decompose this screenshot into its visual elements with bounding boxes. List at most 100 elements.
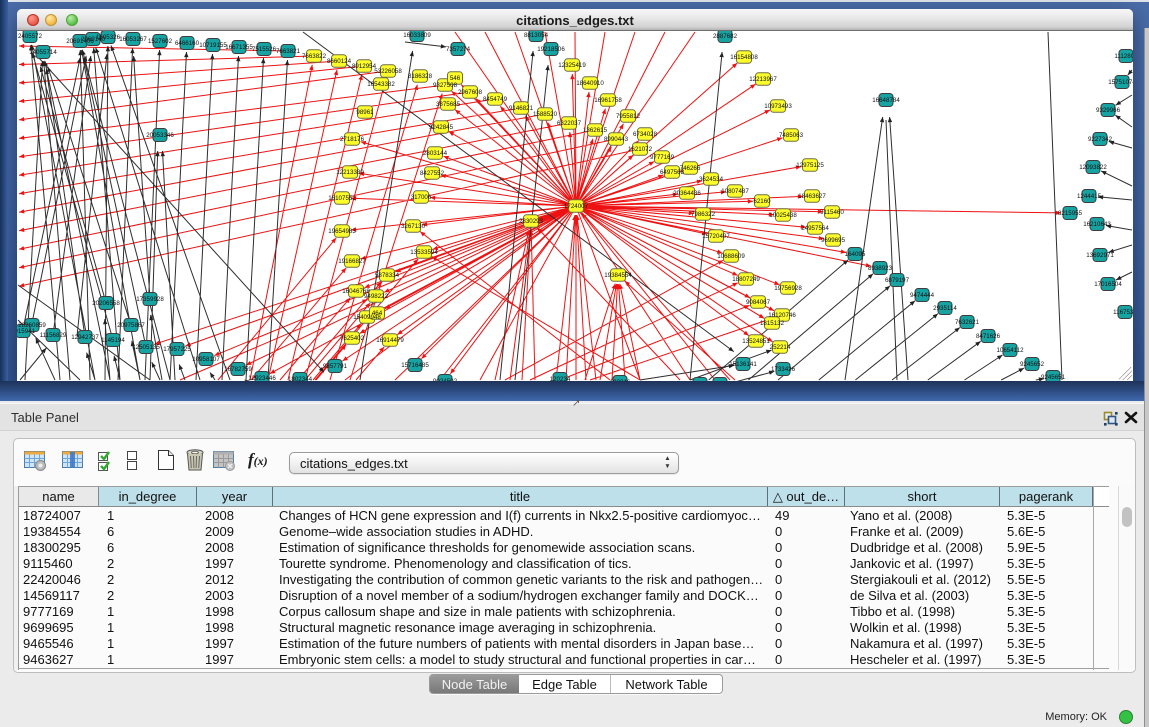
svg-text:8938923: 8938923 bbox=[868, 265, 893, 272]
svg-text:9245652: 9245652 bbox=[1020, 361, 1045, 368]
svg-text:317006: 317006 bbox=[411, 194, 432, 201]
svg-text:6497568: 6497568 bbox=[660, 169, 685, 176]
svg-text:12505135: 12505135 bbox=[132, 344, 160, 351]
svg-text:7663821: 7663821 bbox=[276, 48, 301, 55]
svg-text:16154808: 16154808 bbox=[730, 54, 758, 61]
svg-text:9245651: 9245651 bbox=[1041, 374, 1066, 381]
svg-text:3267130: 3267130 bbox=[401, 223, 426, 230]
svg-text:9329966: 9329966 bbox=[1096, 107, 1121, 114]
svg-text:1724007: 1724007 bbox=[564, 203, 589, 210]
svg-text:19166827: 19166827 bbox=[338, 258, 366, 265]
svg-text:8215955: 8215955 bbox=[1058, 210, 1083, 217]
svg-text:19384554: 19384554 bbox=[604, 272, 632, 279]
svg-text:3624534: 3624534 bbox=[699, 176, 724, 183]
svg-text:252214: 252214 bbox=[770, 344, 791, 351]
svg-text:10688609: 10688609 bbox=[717, 253, 745, 260]
svg-text:7357274: 7357274 bbox=[446, 46, 471, 53]
svg-text:6322037: 6322037 bbox=[557, 120, 582, 127]
svg-text:17359928: 17359928 bbox=[136, 296, 164, 303]
svg-text:12942737: 12942737 bbox=[71, 334, 99, 341]
svg-text:8990443: 8990443 bbox=[604, 136, 629, 143]
svg-text:9699695: 9699695 bbox=[821, 237, 846, 244]
svg-text:8471626: 8471626 bbox=[976, 333, 1001, 340]
svg-text:464: 464 bbox=[372, 310, 383, 317]
svg-text:62160: 62160 bbox=[753, 198, 771, 205]
svg-text:19756928: 19756928 bbox=[774, 285, 802, 292]
svg-text:13533594: 13533594 bbox=[410, 249, 438, 256]
svg-text:15716485: 15716485 bbox=[401, 362, 429, 369]
svg-text:20206558: 20206558 bbox=[92, 300, 120, 307]
svg-text:3915941: 3915941 bbox=[17, 328, 36, 335]
svg-text:17016504: 17016504 bbox=[1094, 281, 1122, 288]
svg-text:5878334: 5878334 bbox=[375, 272, 400, 279]
svg-text:53226058: 53226058 bbox=[374, 68, 402, 75]
svg-text:16648784: 16648784 bbox=[872, 97, 900, 104]
svg-text:16671355: 16671355 bbox=[225, 44, 253, 51]
svg-text:1621072: 1621072 bbox=[628, 146, 653, 153]
svg-text:12093822: 12093822 bbox=[1079, 164, 1107, 171]
svg-text:12975125: 12975125 bbox=[796, 162, 824, 169]
svg-text:9115460: 9115460 bbox=[820, 209, 844, 216]
svg-text:15720407: 15720407 bbox=[702, 233, 730, 240]
svg-text:2718176: 2718176 bbox=[340, 136, 365, 143]
svg-text:16782759: 16782759 bbox=[224, 366, 252, 373]
svg-text:164095: 164095 bbox=[845, 251, 866, 258]
svg-text:546: 546 bbox=[450, 75, 461, 82]
svg-text:12213389: 12213389 bbox=[336, 169, 364, 176]
svg-text:10958107: 10958107 bbox=[192, 356, 220, 363]
svg-text:16914479: 16914479 bbox=[376, 337, 404, 344]
svg-text:10973493: 10973493 bbox=[764, 103, 792, 110]
svg-text:20053346: 20053346 bbox=[146, 132, 174, 139]
svg-text:98961: 98961 bbox=[356, 109, 374, 116]
svg-text:13524851: 13524851 bbox=[742, 338, 770, 345]
svg-text:16120746: 16120746 bbox=[768, 312, 796, 319]
svg-text:1733426: 1733426 bbox=[771, 366, 796, 373]
svg-text:2935114: 2935114 bbox=[933, 305, 957, 312]
svg-text:8427552: 8427552 bbox=[420, 170, 445, 177]
svg-text:9227342: 9227342 bbox=[1088, 136, 1113, 143]
svg-text:15136141: 15136141 bbox=[729, 361, 757, 368]
svg-text:15751074: 15751074 bbox=[1108, 79, 1133, 86]
svg-text:7986322: 7986322 bbox=[691, 211, 716, 218]
svg-text:7515526: 7515526 bbox=[252, 46, 277, 53]
svg-text:19654983: 19654983 bbox=[328, 228, 356, 235]
svg-text:8912954: 8912954 bbox=[352, 63, 377, 70]
svg-text:17957225: 17957225 bbox=[163, 346, 191, 353]
svg-text:1588520: 1588520 bbox=[533, 111, 558, 118]
svg-text:9146821: 9146821 bbox=[509, 105, 534, 112]
svg-text:16053267: 16053267 bbox=[119, 36, 147, 43]
svg-text:9777169: 9777169 bbox=[650, 154, 675, 161]
svg-text:7663822: 7663822 bbox=[302, 53, 327, 60]
svg-text:1112804: 1112804 bbox=[1114, 53, 1133, 60]
svg-text:18640910: 18640910 bbox=[576, 80, 604, 87]
svg-text:1527602: 1527602 bbox=[148, 38, 173, 45]
svg-text:24957564: 24957564 bbox=[801, 225, 829, 232]
svg-text:8660124: 8660124 bbox=[327, 58, 352, 65]
svg-text:1605326: 1605326 bbox=[96, 34, 121, 41]
svg-text:9242845: 9242845 bbox=[429, 124, 454, 131]
svg-text:16961758: 16961758 bbox=[594, 97, 622, 104]
svg-text:2803144: 2803144 bbox=[423, 150, 448, 157]
svg-text:20975867: 20975867 bbox=[117, 322, 145, 329]
svg-text:18463627: 18463627 bbox=[798, 193, 826, 200]
svg-text:7625402: 7625402 bbox=[340, 335, 365, 342]
svg-text:1167533: 1167533 bbox=[1113, 309, 1133, 316]
svg-text:11156829: 11156829 bbox=[40, 332, 67, 339]
svg-text:9327508: 9327508 bbox=[433, 82, 458, 89]
svg-text:13692971: 13692971 bbox=[1086, 252, 1114, 259]
svg-text:1244415: 1244415 bbox=[1077, 193, 1102, 200]
svg-text:7485063: 7485063 bbox=[779, 132, 804, 139]
svg-text:14055714: 14055714 bbox=[29, 49, 57, 56]
svg-text:2830293: 2830293 bbox=[519, 218, 544, 225]
svg-text:16107552: 16107552 bbox=[328, 195, 356, 202]
svg-text:10025438: 10025438 bbox=[769, 212, 797, 219]
svg-text:12325419: 12325419 bbox=[558, 62, 586, 69]
svg-text:2887682: 2887682 bbox=[713, 33, 738, 40]
svg-text:3875685: 3875685 bbox=[436, 101, 461, 108]
svg-text:1362615: 1362615 bbox=[583, 127, 608, 134]
svg-text:2967608: 2967608 bbox=[458, 89, 483, 96]
svg-text:2405572: 2405572 bbox=[18, 33, 43, 40]
svg-text:10719155: 10719155 bbox=[199, 42, 227, 49]
svg-text:8813054: 8813054 bbox=[524, 32, 549, 39]
svg-text:12213967: 12213967 bbox=[749, 76, 777, 83]
